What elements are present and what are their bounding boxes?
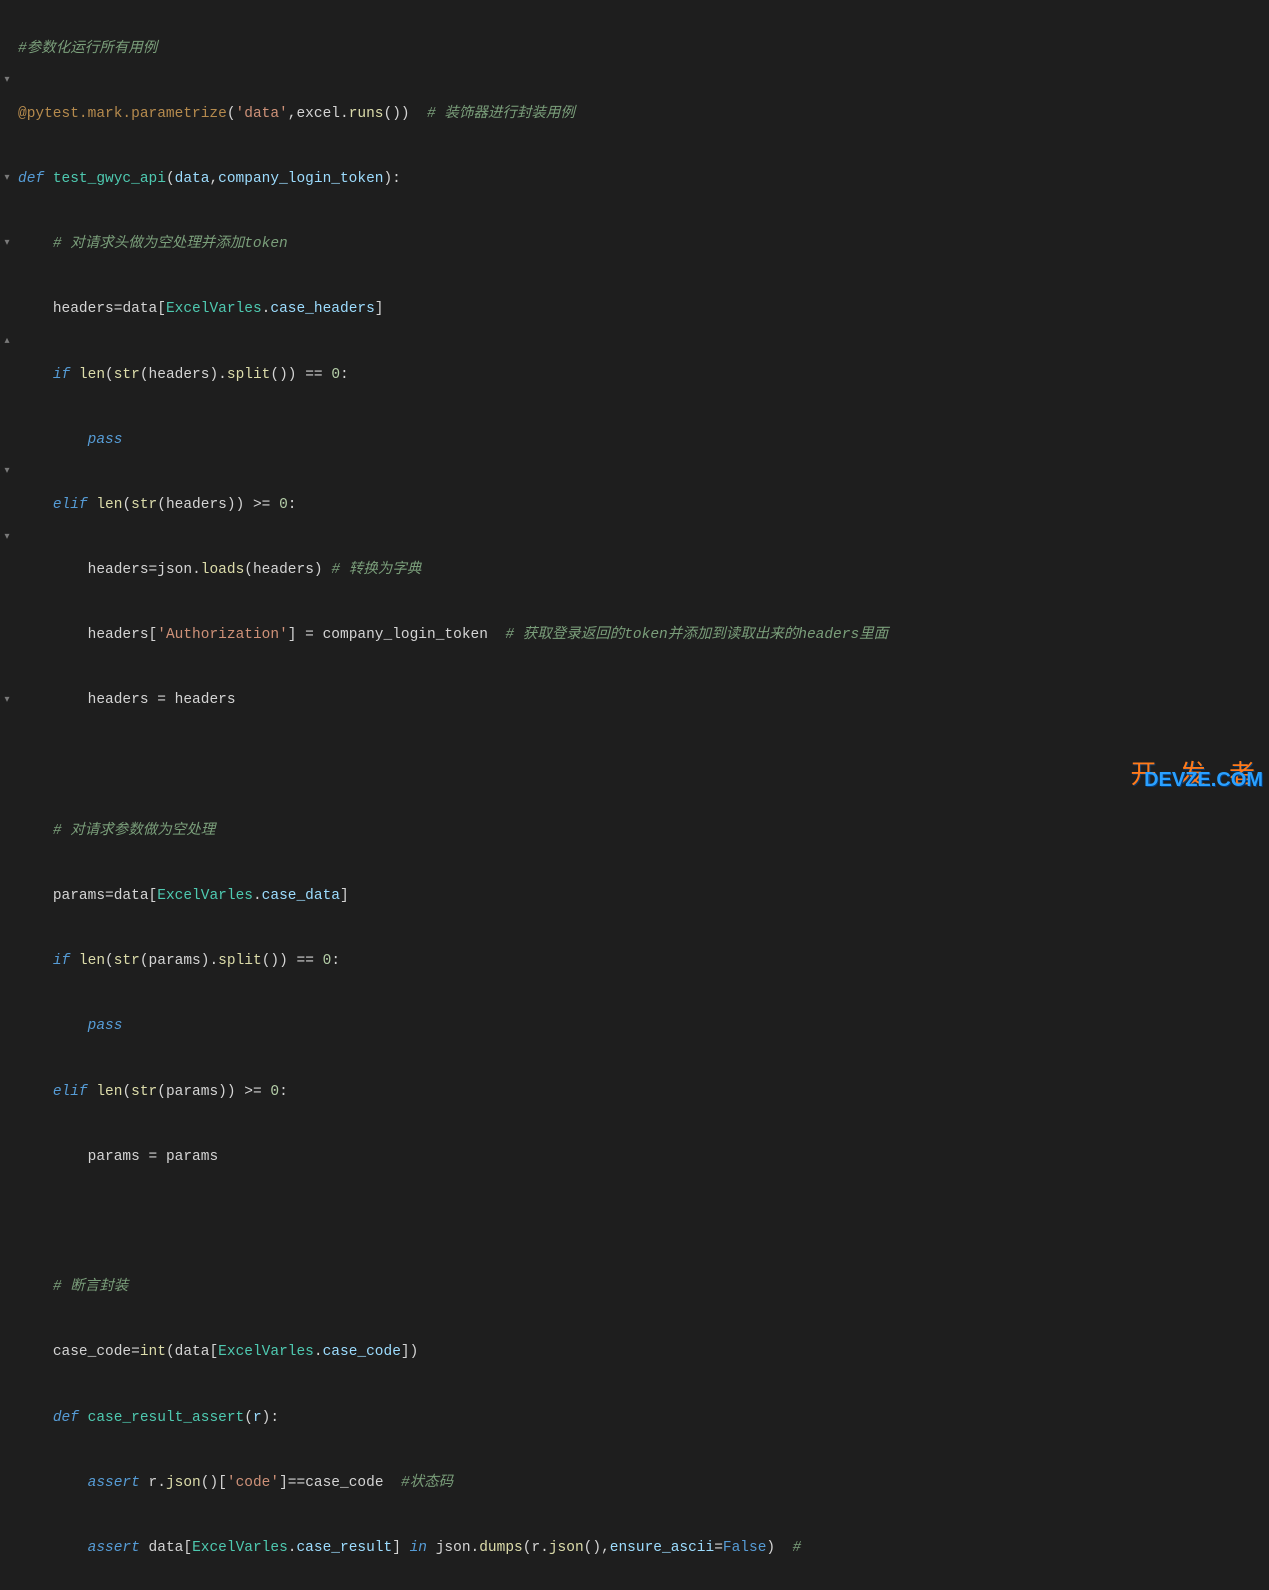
watermark-text-bottom: DEVZE.COM xyxy=(1144,764,1263,797)
code-line xyxy=(18,1206,1269,1239)
fold-icon[interactable]: ▾ xyxy=(2,76,12,86)
code-line: @pytest.mark.parametrize('data',excel.ru… xyxy=(18,98,1269,131)
code-line: pass xyxy=(18,1010,1269,1043)
code-area[interactable]: #参数化运行所有用例 @pytest.mark.parametrize('dat… xyxy=(14,0,1269,795)
code-line: assert r.json()['code']==case_code #状态码 xyxy=(18,1467,1269,1500)
code-line: params = params xyxy=(18,1141,1269,1174)
fold-icon[interactable]: ▴ xyxy=(2,337,12,347)
code-line xyxy=(18,750,1269,783)
fold-icon[interactable]: ▾ xyxy=(2,467,12,477)
code-line: headers['Authorization'] = company_login… xyxy=(18,619,1269,652)
code-line: # 对请求参数做为空处理 xyxy=(18,815,1269,848)
code-line: params=data[ExcelVarles.case_data] xyxy=(18,880,1269,913)
fold-icon[interactable]: ▾ xyxy=(2,533,12,543)
fold-icon[interactable]: ▾ xyxy=(2,696,12,706)
code-line: pass xyxy=(18,424,1269,457)
code-line: def test_gwyc_api(data,company_login_tok… xyxy=(18,163,1269,196)
code-line: headers=json.loads(headers) # 转换为字典 xyxy=(18,554,1269,587)
code-line: def case_result_assert(r): xyxy=(18,1402,1269,1435)
code-line: # 断言封装 xyxy=(18,1271,1269,1304)
code-line: #参数化运行所有用例 xyxy=(18,33,1269,66)
code-line: headers=data[ExcelVarles.case_headers] xyxy=(18,293,1269,326)
code-line: elif len(str(params)) >= 0: xyxy=(18,1076,1269,1109)
fold-icon[interactable]: ▾ xyxy=(2,174,12,184)
fold-icon[interactable]: ▾ xyxy=(2,239,12,249)
code-editor[interactable]: ▾ ▾ ▾ ▴ ▾ ▾ ▾ #参数化运行所有用例 @pytest.mark.pa… xyxy=(0,0,1269,795)
code-line: if len(str(params).split()) == 0: xyxy=(18,945,1269,978)
code-line: headers = headers xyxy=(18,684,1269,717)
gutter: ▾ ▾ ▾ ▴ ▾ ▾ ▾ xyxy=(0,0,14,795)
code-line: assert data[ExcelVarles.case_result] in … xyxy=(18,1532,1269,1565)
code-line: if len(str(headers).split()) == 0: xyxy=(18,359,1269,392)
code-line: case_code=int(data[ExcelVarles.case_code… xyxy=(18,1336,1269,1369)
code-line: elif len(str(headers)) >= 0: xyxy=(18,489,1269,522)
code-line: # 对请求头做为空处理并添加token xyxy=(18,228,1269,261)
